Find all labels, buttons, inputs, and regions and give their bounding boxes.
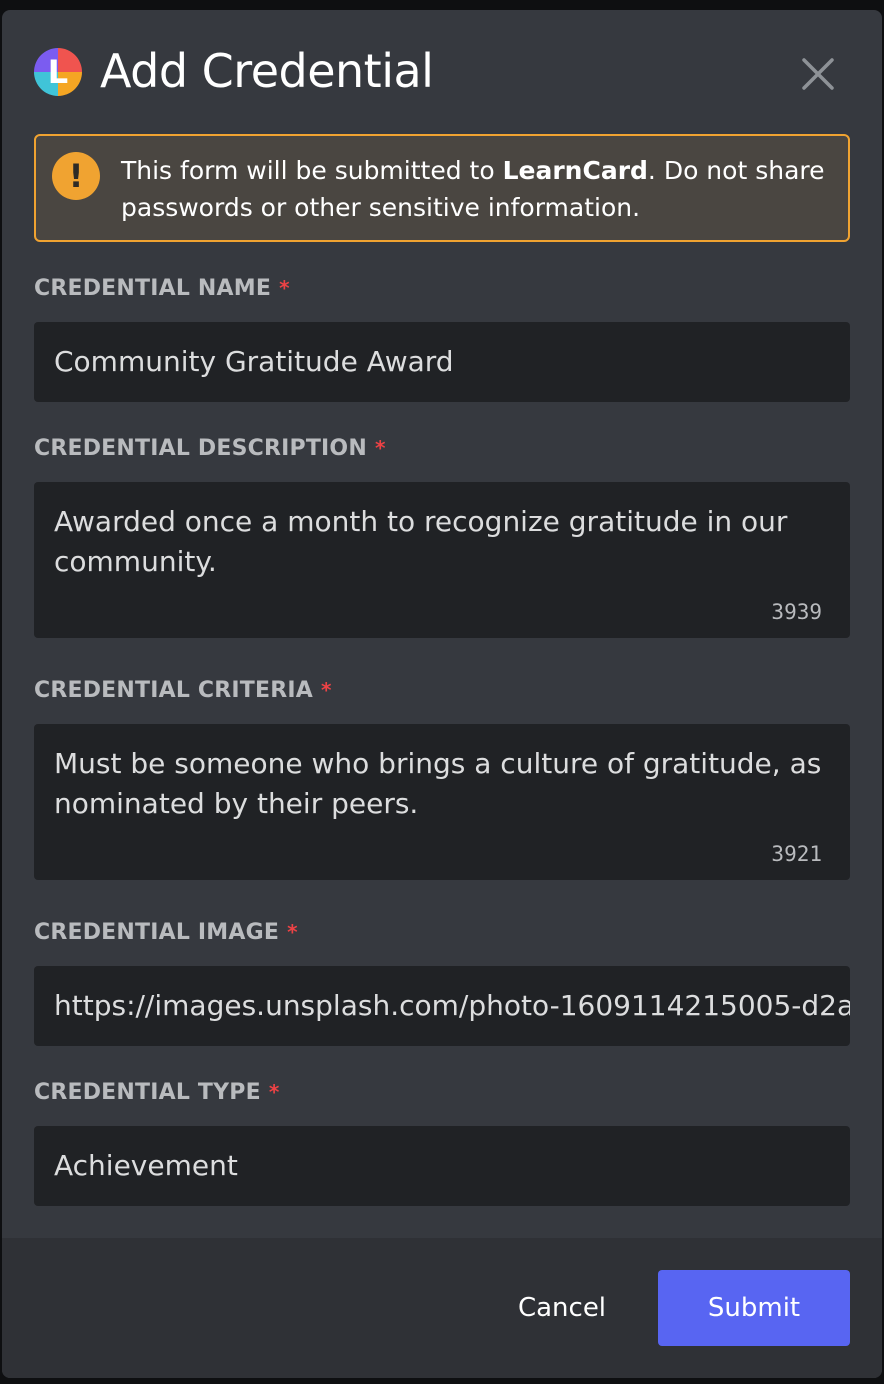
credential-criteria-value: Must be someone who brings a culture of … — [54, 747, 822, 820]
warning-text: This form will be submitted to LearnCard… — [121, 152, 831, 226]
required-marker: * — [320, 678, 332, 702]
credential-description-textarea[interactable]: Awarded once a month to recognize gratit… — [34, 482, 850, 638]
add-credential-dialog: L Add Credential ! This form will be sub… — [2, 10, 882, 1378]
warning-banner: ! This form will be submitted to LearnCa… — [34, 134, 850, 242]
credential-type-input[interactable]: Achievement — [34, 1126, 850, 1206]
credential-criteria-label: CREDENTIAL CRITERIA * — [34, 678, 332, 703]
logo-letter: L — [47, 53, 69, 91]
credential-description-value: Awarded once a month to recognize gratit… — [54, 505, 788, 578]
dialog-footer: Cancel Submit — [2, 1238, 882, 1378]
required-marker: * — [374, 436, 386, 460]
credential-description-label: CREDENTIAL DESCRIPTION * — [34, 436, 386, 461]
dialog-header: L Add Credential — [2, 10, 882, 130]
submit-button[interactable]: Submit — [658, 1270, 850, 1346]
credential-type-label: CREDENTIAL TYPE * — [34, 1080, 279, 1105]
credential-criteria-label-text: CREDENTIAL CRITERIA — [34, 678, 313, 703]
credential-image-label-text: CREDENTIAL IMAGE — [34, 920, 280, 945]
close-icon — [802, 58, 834, 90]
dialog-title: Add Credential — [100, 44, 434, 98]
credential-image-input[interactable]: https://images.unsplash.com/photo-160911… — [34, 966, 850, 1046]
cancel-button[interactable]: Cancel — [492, 1270, 632, 1346]
required-marker: * — [268, 1080, 280, 1104]
credential-name-input[interactable]: Community Gratitude Award — [34, 322, 850, 402]
character-counter: 3921 — [771, 842, 822, 866]
learncard-logo-icon: L — [34, 48, 82, 96]
warning-text-before: This form will be submitted to — [121, 156, 503, 185]
close-button[interactable] — [796, 52, 840, 96]
credential-image-label: CREDENTIAL IMAGE * — [34, 920, 298, 945]
credential-type-label-text: CREDENTIAL TYPE — [34, 1080, 261, 1105]
exclamation-icon: ! — [52, 152, 100, 200]
warning-app-name: LearnCard — [502, 156, 648, 185]
credential-criteria-textarea[interactable]: Must be someone who brings a culture of … — [34, 724, 850, 880]
character-counter: 3939 — [771, 600, 822, 624]
required-marker: * — [279, 276, 290, 300]
required-marker: * — [287, 920, 298, 944]
credential-description-label-text: CREDENTIAL DESCRIPTION — [34, 436, 367, 461]
credential-name-label-text: CREDENTIAL NAME — [34, 276, 272, 301]
credential-name-label: CREDENTIAL NAME * — [34, 276, 290, 301]
